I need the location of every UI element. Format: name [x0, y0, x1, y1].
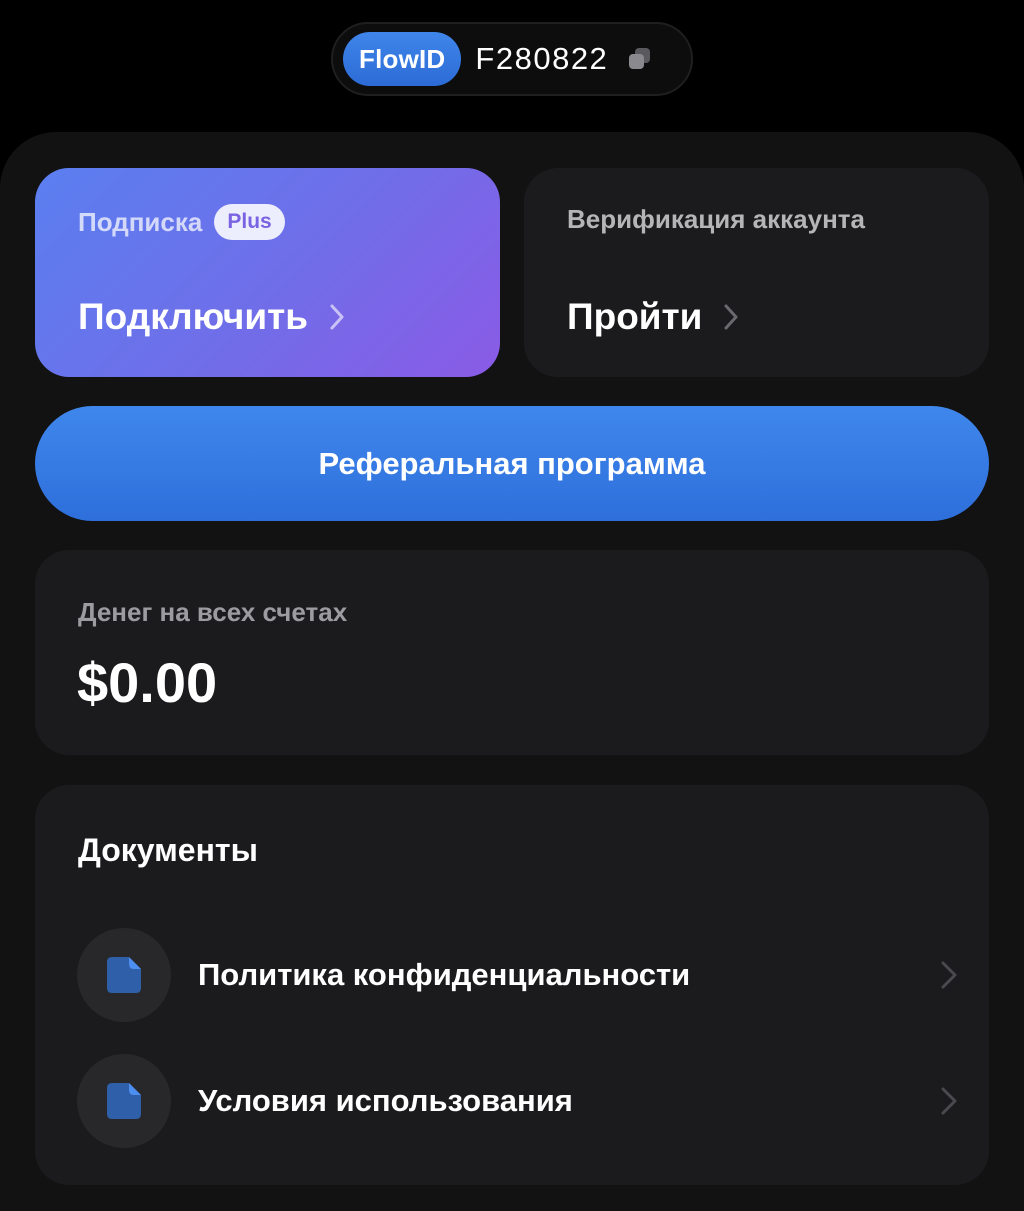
referral-program-button[interactable]: Реферальная программа	[35, 406, 989, 521]
balance-card: Денег на всех счетах $0.00	[35, 550, 989, 755]
subscription-label-row: Подписка Plus	[78, 204, 285, 240]
flow-id-badge: FlowID	[343, 32, 462, 86]
plus-badge: Plus	[214, 204, 285, 240]
verification-label: Верификация аккаунта	[567, 204, 865, 234]
chevron-right-icon	[330, 304, 344, 330]
subscription-label: Подписка	[78, 206, 203, 237]
verification-action[interactable]: Пройти	[567, 296, 738, 338]
document-icon-wrap	[77, 1054, 171, 1148]
document-item-privacy-policy[interactable]: Политика конфиденциальности	[77, 928, 957, 1022]
document-item-label: Условия использования	[198, 1083, 573, 1118]
verification-card[interactable]: Верификация аккаунта Пройти	[524, 168, 989, 377]
chevron-right-icon	[941, 961, 957, 989]
document-icon	[107, 957, 141, 993]
subscription-card[interactable]: Подписка Plus Подключить	[35, 168, 500, 377]
chevron-right-icon	[941, 1087, 957, 1115]
document-item-label: Политика конфиденциальности	[198, 957, 691, 992]
flow-id-pill[interactable]: FlowID F280822	[331, 22, 693, 96]
balance-label: Денег на всех счетах	[78, 597, 348, 627]
subscription-action[interactable]: Подключить	[78, 296, 344, 338]
copy-icon[interactable]	[626, 45, 654, 73]
verification-action-label: Пройти	[567, 296, 703, 337]
balance-value: $0.00	[77, 651, 218, 714]
flow-id-value: F280822	[475, 41, 609, 76]
profile-screen: FlowID F280822 Подписка Plus Подключить …	[0, 0, 1024, 1211]
document-icon-wrap	[77, 928, 171, 1022]
document-icon	[107, 1083, 141, 1119]
documents-card: Документы Политика конфиденциальности Ус	[35, 785, 989, 1185]
subscription-action-label: Подключить	[78, 296, 308, 337]
document-item-terms-of-use[interactable]: Условия использования	[77, 1054, 957, 1148]
chevron-right-icon	[724, 304, 738, 330]
documents-title: Документы	[78, 832, 258, 868]
